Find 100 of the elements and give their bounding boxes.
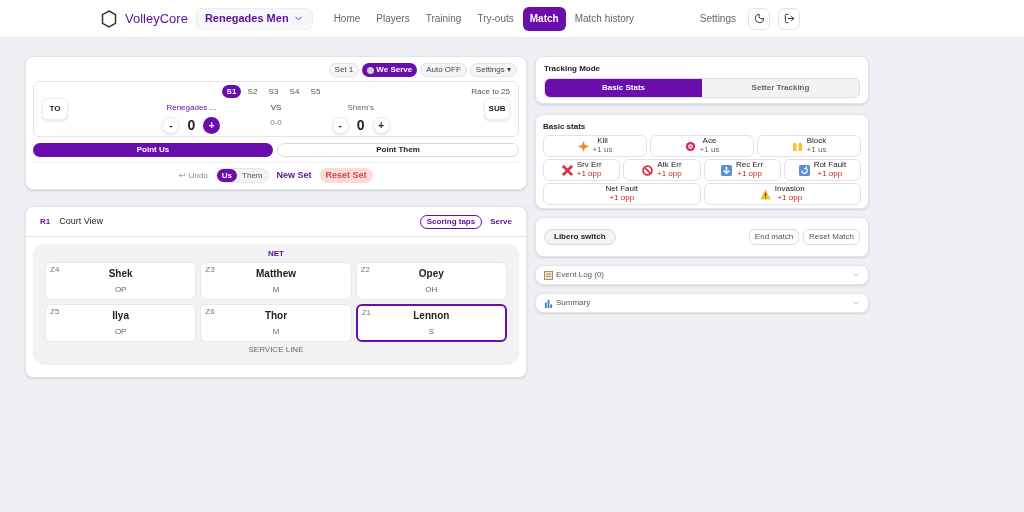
zone-label: Z1 bbox=[361, 307, 371, 319]
serve-link[interactable]: Serve bbox=[490, 215, 512, 228]
set-score: 0-0 bbox=[270, 117, 282, 129]
stat-button[interactable]: Kill +1 us bbox=[543, 135, 647, 157]
mode-tab[interactable]: Setter Tracking bbox=[702, 79, 859, 97]
nav-link[interactable]: Players bbox=[369, 6, 417, 31]
stats-title: Basic stats bbox=[543, 121, 587, 133]
player-name: Thor bbox=[264, 309, 288, 323]
stat-label: Srv Err bbox=[576, 161, 602, 170]
player-name: Ilya bbox=[112, 309, 129, 323]
player-position: M bbox=[272, 284, 280, 296]
timeout-button[interactable]: TO bbox=[42, 98, 68, 120]
stat-button[interactable]: Srv Err +1 opp bbox=[543, 159, 621, 181]
player-card[interactable]: Z5 Ilya OP bbox=[45, 304, 197, 342]
end-match-button[interactable]: End match bbox=[748, 229, 800, 245]
stat-button[interactable]: Rot Fault +1 opp bbox=[783, 159, 861, 181]
service-line-label: SERVICE LINE bbox=[248, 344, 304, 356]
net-label: NET bbox=[268, 248, 284, 260]
stat-effect: +1 opp bbox=[737, 170, 762, 179]
stat-effect: +1 opp bbox=[609, 194, 635, 203]
new-set-button[interactable]: New Set bbox=[276, 168, 312, 183]
chip-button[interactable]: Settings ▾ bbox=[469, 63, 517, 77]
set-tab[interactable]: S2 bbox=[243, 85, 262, 98]
stat-effect: +1 opp bbox=[777, 194, 803, 203]
hexagon-logo-icon bbox=[101, 9, 117, 28]
point-button[interactable]: Point Them bbox=[277, 143, 519, 157]
set-tab[interactable]: S1 bbox=[222, 85, 241, 98]
stat-effect: +1 opp bbox=[817, 170, 843, 179]
player-name: Lennon bbox=[413, 309, 450, 323]
player-name: Shek bbox=[108, 267, 133, 281]
stat-effect: +1 opp bbox=[657, 170, 682, 179]
stat-effect: +1 us bbox=[699, 146, 720, 155]
side-toggle-option[interactable]: Us bbox=[216, 169, 238, 182]
bar-chart-icon bbox=[544, 298, 553, 308]
stat-effect: +1 opp bbox=[576, 170, 602, 179]
set-tab[interactable]: S4 bbox=[285, 85, 304, 98]
panel-title: Summary bbox=[556, 297, 591, 309]
player-card[interactable]: Z4 Shek OP bbox=[45, 262, 197, 300]
burst-icon bbox=[577, 140, 589, 152]
zone-label: Z6 bbox=[205, 306, 215, 318]
zone-label: Z2 bbox=[360, 264, 370, 276]
nav-link[interactable]: Training bbox=[418, 6, 469, 31]
collapsible-panel[interactable]: Summary bbox=[535, 293, 869, 313]
player-position: M bbox=[272, 326, 280, 338]
player-position: S bbox=[428, 326, 434, 338]
score: 0 bbox=[187, 116, 196, 135]
player-card[interactable]: Z2 Opey OH bbox=[355, 262, 507, 300]
plus-button[interactable]: + bbox=[203, 117, 221, 134]
stat-label: Net Fault bbox=[605, 185, 638, 194]
plus-button[interactable]: + bbox=[372, 117, 390, 134]
stat-button[interactable]: Atk Err +1 opp bbox=[623, 159, 701, 181]
player-name: Opey bbox=[418, 267, 444, 281]
team-selector[interactable]: Renegades Men bbox=[195, 7, 313, 30]
tracking-title: Tracking Mode bbox=[544, 63, 601, 75]
set-tab[interactable]: S3 bbox=[264, 85, 283, 98]
stat-button[interactable]: Net Fault +1 opp bbox=[543, 183, 701, 205]
logout-icon bbox=[783, 13, 795, 24]
stat-button[interactable]: Invasion +1 opp bbox=[703, 183, 861, 205]
nav-link[interactable]: Match history bbox=[567, 6, 642, 31]
libero-switch-button[interactable]: Libero switch bbox=[544, 229, 616, 245]
player-card[interactable]: Z3 Matthew M bbox=[200, 262, 352, 300]
set-tab[interactable]: S5 bbox=[306, 85, 325, 98]
stat-label: Kill bbox=[597, 137, 608, 146]
rotate-icon bbox=[798, 164, 810, 176]
chip-button[interactable]: Set 1 bbox=[328, 63, 360, 77]
team-name: Shem's bbox=[347, 102, 374, 114]
player-card[interactable]: Z1 Lennon S bbox=[355, 304, 507, 342]
theme-toggle-button[interactable] bbox=[748, 7, 770, 30]
nav-link[interactable]: Try-outs bbox=[470, 6, 521, 31]
minus-button[interactable]: - bbox=[331, 117, 349, 134]
mode-tab[interactable]: Basic Stats bbox=[545, 79, 702, 97]
panel-title: Event Log (0) bbox=[556, 269, 605, 281]
logout-button[interactable] bbox=[778, 7, 800, 30]
stat-label: Rec Err bbox=[736, 161, 764, 170]
race-label: Race to 25 bbox=[471, 86, 510, 98]
brand-name: VolleyCore bbox=[125, 9, 188, 28]
minus-button[interactable]: - bbox=[162, 117, 180, 134]
settings-link[interactable]: Settings bbox=[699, 11, 736, 26]
zone-label: Z4 bbox=[50, 264, 60, 276]
vs-label: VS bbox=[270, 102, 282, 114]
stat-label: Block bbox=[806, 137, 827, 146]
player-card[interactable]: Z6 Thor M bbox=[200, 304, 352, 342]
prohibited-icon bbox=[642, 164, 653, 176]
ledger-icon bbox=[544, 270, 553, 280]
point-button[interactable]: Point Us bbox=[33, 143, 273, 157]
target-icon bbox=[684, 140, 696, 152]
stat-button[interactable]: Ace +1 us bbox=[650, 135, 754, 157]
stat-button[interactable]: Block +1 us bbox=[757, 135, 861, 157]
chip-button[interactable]: Auto OFF bbox=[420, 63, 467, 77]
moon-icon bbox=[753, 13, 765, 24]
serve-toggle[interactable]: We Serve bbox=[362, 63, 418, 77]
nav-link[interactable]: Home bbox=[326, 6, 368, 31]
collapsible-panel[interactable]: Event Log (0) bbox=[535, 265, 869, 285]
stat-button[interactable]: Rec Err +1 opp bbox=[703, 159, 781, 181]
substitution-button[interactable]: SUB bbox=[484, 98, 510, 120]
side-toggle-option[interactable]: Them bbox=[237, 169, 268, 182]
reset-match-button[interactable]: Reset Match bbox=[803, 229, 860, 245]
court-title: Court View bbox=[59, 214, 104, 228]
reset-set-button[interactable]: Reset Set bbox=[319, 168, 373, 183]
nav-link[interactable]: Match bbox=[522, 6, 566, 31]
